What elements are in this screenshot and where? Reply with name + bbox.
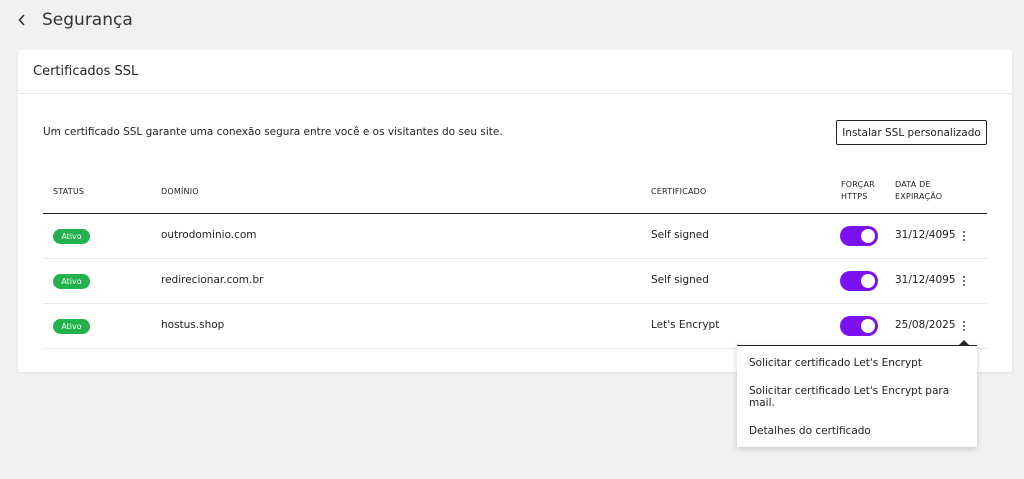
toggle-knob (861, 229, 875, 243)
column-header-status: STATUS (53, 187, 85, 196)
expiration-cell: 31/12/4095 (895, 229, 956, 241)
card-title: Certificados SSL (33, 64, 139, 79)
table-row: Ativo redirecionar.com.br Self signed 31… (43, 259, 987, 304)
install-ssl-button[interactable]: Instalar SSL personalizado (836, 120, 987, 145)
row-options-menu: Solicitar certificado Let's Encrypt Soli… (737, 345, 977, 447)
more-options-icon[interactable] (959, 228, 969, 244)
certificate-cell: Let's Encrypt (651, 319, 720, 331)
toggle-knob (861, 274, 875, 288)
menu-item-request-letsencrypt-mail[interactable]: Solicitar certificado Let's Encrypt para… (737, 380, 977, 414)
force-https-toggle[interactable] (840, 271, 878, 291)
certificate-cell: Self signed (651, 274, 709, 286)
menu-item-certificate-details[interactable]: Detalhes do certificado (737, 414, 977, 448)
intro-text: Um certificado SSL garante uma conexão s… (43, 126, 503, 138)
column-header-certificate: CERTIFICADO (651, 187, 707, 196)
more-options-icon[interactable] (959, 318, 969, 334)
card-header: Certificados SSL (18, 50, 1012, 94)
expiration-cell: 25/08/2025 (895, 319, 956, 331)
table-row: Ativo hostus.shop Let's Encrypt 25/08/20… (43, 304, 987, 349)
status-badge: Ativo (53, 274, 90, 289)
domain-cell: hostus.shop (161, 319, 225, 331)
column-header-domain: DOMÍNIO (161, 187, 199, 196)
domain-cell: outrodominio.com (161, 229, 257, 241)
page-title: Segurança (42, 10, 133, 30)
ssl-card: Certificados SSL Um certificado SSL gara… (18, 50, 1012, 372)
ssl-table: STATUS DOMÍNIO CERTIFICADO FORÇAR HTTPS … (43, 178, 987, 349)
status-badge: Ativo (53, 229, 90, 244)
force-https-toggle[interactable] (840, 316, 878, 336)
column-header-force-https: FORÇAR HTTPS (841, 180, 875, 201)
table-header: STATUS DOMÍNIO CERTIFICADO FORÇAR HTTPS … (43, 178, 987, 214)
table-row: Ativo outrodominio.com Self signed 31/12… (43, 214, 987, 259)
chevron-left-icon[interactable] (18, 13, 28, 27)
force-https-toggle[interactable] (840, 226, 878, 246)
toggle-knob (861, 319, 875, 333)
status-badge: Ativo (53, 319, 90, 334)
more-options-icon[interactable] (959, 273, 969, 289)
expiration-cell: 31/12/4095 (895, 274, 956, 286)
domain-cell: redirecionar.com.br (161, 274, 264, 286)
menu-item-request-letsencrypt[interactable]: Solicitar certificado Let's Encrypt (737, 346, 977, 380)
certificate-cell: Self signed (651, 229, 709, 241)
column-header-expiration: DATA DE EXPIRAÇÃO (895, 180, 943, 201)
page-header: Segurança (18, 8, 133, 32)
